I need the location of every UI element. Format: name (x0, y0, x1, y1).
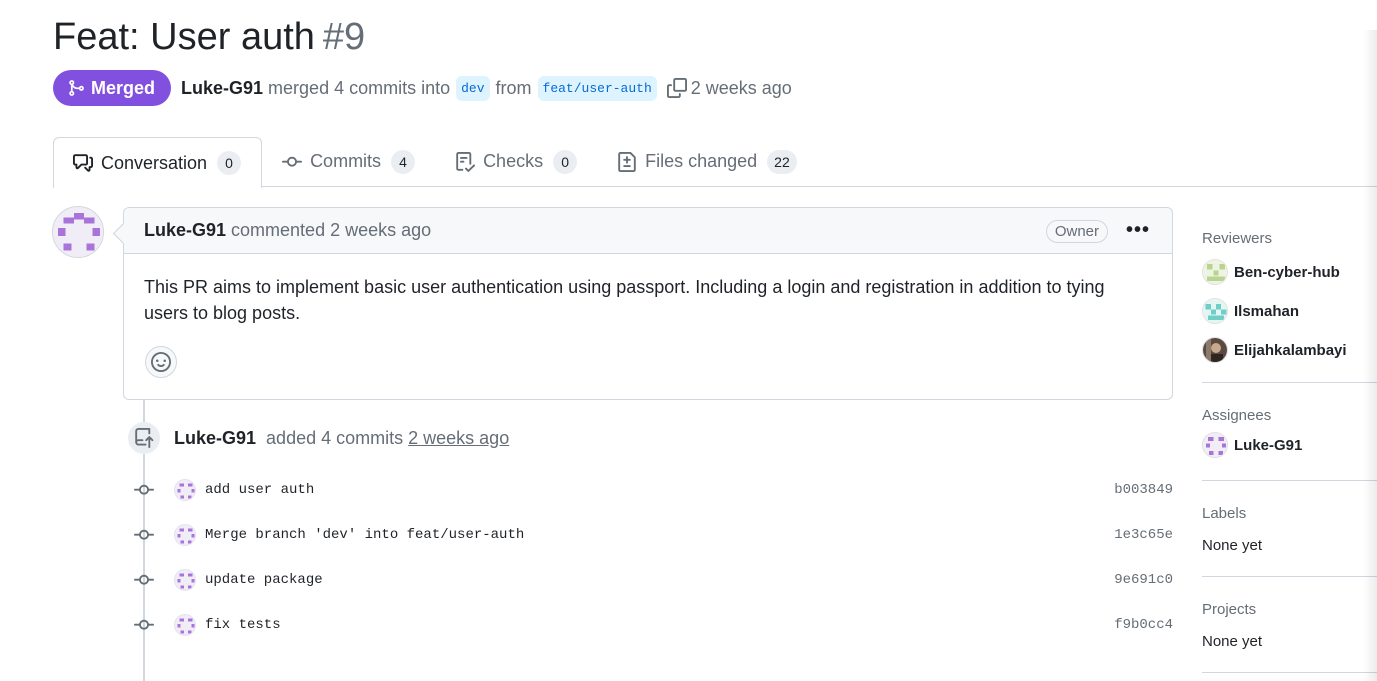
repo-push-event-icon (128, 422, 160, 454)
commit-message-link[interactable]: update package (205, 572, 323, 588)
tab-checks-count: 0 (553, 149, 578, 174)
tab-files-changed[interactable]: Files changed 22 (597, 137, 817, 186)
tab-commits[interactable]: Commits 4 (262, 137, 435, 186)
checklist-icon (456, 151, 476, 172)
tab-commits-label: Commits (310, 151, 382, 171)
pr-meta: Merged Luke-G91 merged 4 commits into de… (53, 70, 792, 106)
comment-action: commented 2 weeks ago (231, 220, 432, 240)
git-commit-icon (130, 615, 158, 635)
owner-badge: Owner (1045, 220, 1108, 243)
git-commit-icon (130, 570, 158, 590)
smiley-icon (151, 352, 171, 372)
comment-discussion-icon (73, 154, 93, 172)
reviewer-name: Ben-cyber-hub (1234, 263, 1340, 281)
scroll-shadow (1363, 30, 1377, 681)
tab-conversation-label: Conversation (101, 152, 208, 173)
commit-sha-link[interactable]: b003849 (1114, 482, 1173, 498)
list-item: add user auth b003849 (130, 475, 1173, 505)
git-commit-icon (282, 156, 303, 167)
pr-sidebar: Reviewers Ben-cyber-hub Ilsmahan Elijahk… (1202, 220, 1377, 673)
tab-files-changed-label: Files changed (645, 151, 758, 171)
event-author-link[interactable]: Luke-G91 (174, 428, 256, 448)
assignees-section: Assignees Luke-G91 (1202, 383, 1377, 481)
list-item: update package 9e691c0 (130, 565, 1173, 595)
avatar[interactable] (174, 614, 196, 636)
avatar (1202, 259, 1228, 285)
file-diff-icon (618, 151, 636, 172)
avatar (1202, 337, 1228, 363)
commit-sha-link[interactable]: f9b0cc4 (1114, 617, 1173, 633)
git-commit-icon (130, 480, 158, 500)
pr-title: Feat: User auth #9 (53, 14, 365, 60)
assignee-item[interactable]: Luke-G91 (1202, 432, 1377, 458)
assignees-heading[interactable]: Assignees (1202, 407, 1377, 424)
reviewer-item[interactable]: Ben-cyber-hub (1202, 259, 1377, 285)
reviewer-name: Ilsmahan (1234, 302, 1300, 320)
head-branch-link[interactable]: feat/user-auth (537, 75, 657, 101)
commit-message-link[interactable]: Merge branch 'dev' into feat/user-auth (205, 527, 524, 543)
commits-added-event: Luke-G91 added 4 commits 2 weeks ago (174, 428, 509, 449)
from-text: from (495, 77, 532, 98)
list-item: Merge branch 'dev' into feat/user-auth 1… (130, 520, 1173, 550)
pr-number: #9 (322, 16, 366, 58)
comment-author-link[interactable]: Luke-G91 (144, 220, 226, 241)
pr-description-comment: Luke-G91 commented 2 weeks ago Owner •••… (123, 207, 1173, 400)
add-reaction-button[interactable] (145, 346, 177, 378)
avatar[interactable] (52, 206, 104, 258)
avatar (1202, 432, 1228, 458)
projects-value: None yet (1202, 633, 1263, 650)
tab-conversation[interactable]: Conversation 0 (53, 137, 263, 188)
projects-section: Projects None yet (1202, 577, 1377, 673)
tab-conversation-count: 0 (217, 151, 242, 175)
tab-commits-count: 4 (391, 149, 416, 174)
event-time-link[interactable]: 2 weeks ago (408, 428, 509, 448)
repo-push-icon (135, 428, 154, 448)
labels-section: Labels None yet (1202, 481, 1377, 577)
tab-checks-label: Checks (483, 151, 544, 171)
reviewer-item[interactable]: Ilsmahan (1202, 298, 1377, 324)
projects-heading[interactable]: Projects (1202, 601, 1377, 618)
base-branch-link[interactable]: dev (456, 75, 490, 101)
pr-title-text: Feat: User auth (53, 16, 315, 58)
tab-checks[interactable]: Checks 0 (435, 137, 597, 186)
list-item: fix tests f9b0cc4 (130, 610, 1173, 640)
git-merge-icon (69, 80, 84, 96)
avatar (1202, 298, 1228, 324)
commit-sha-link[interactable]: 9e691c0 (1114, 572, 1173, 588)
assignee-name: Luke-G91 (1234, 436, 1303, 454)
merge-description: merged 4 commits into (268, 77, 451, 98)
git-commit-icon (130, 525, 158, 545)
reviewer-item[interactable]: Elijahkalambayi (1202, 337, 1377, 363)
comment-body: This PR aims to implement basic user aut… (144, 277, 1105, 323)
copy-icon[interactable] (666, 78, 687, 98)
avatar[interactable] (174, 479, 196, 501)
labels-heading[interactable]: Labels (1202, 505, 1377, 522)
commit-sha-link[interactable]: 1e3c65e (1114, 527, 1173, 543)
tab-files-changed-count: 22 (767, 149, 797, 174)
reviewer-name: Elijahkalambayi (1234, 341, 1347, 359)
labels-value: None yet (1202, 537, 1263, 554)
event-action: added 4 commits (266, 428, 404, 448)
reviewers-section: Reviewers Ben-cyber-hub Ilsmahan Elijahk… (1202, 220, 1377, 383)
more-options-icon[interactable]: ••• (1126, 220, 1150, 240)
pr-time: 2 weeks ago (690, 77, 792, 98)
merged-status-badge: Merged (53, 70, 172, 106)
commit-message-link[interactable]: fix tests (205, 617, 281, 633)
pr-author-link[interactable]: Luke-G91 (181, 78, 263, 99)
pr-tabs: Conversation 0 Commits 4 Checks 0 Files … (53, 137, 1377, 188)
comment-header: Luke-G91 commented 2 weeks ago Owner ••• (124, 208, 1172, 254)
avatar[interactable] (174, 569, 196, 591)
reviewers-heading[interactable]: Reviewers (1202, 230, 1377, 247)
merged-status-label: Merged (91, 77, 156, 98)
avatar[interactable] (174, 524, 196, 546)
commit-message-link[interactable]: add user auth (205, 482, 314, 498)
